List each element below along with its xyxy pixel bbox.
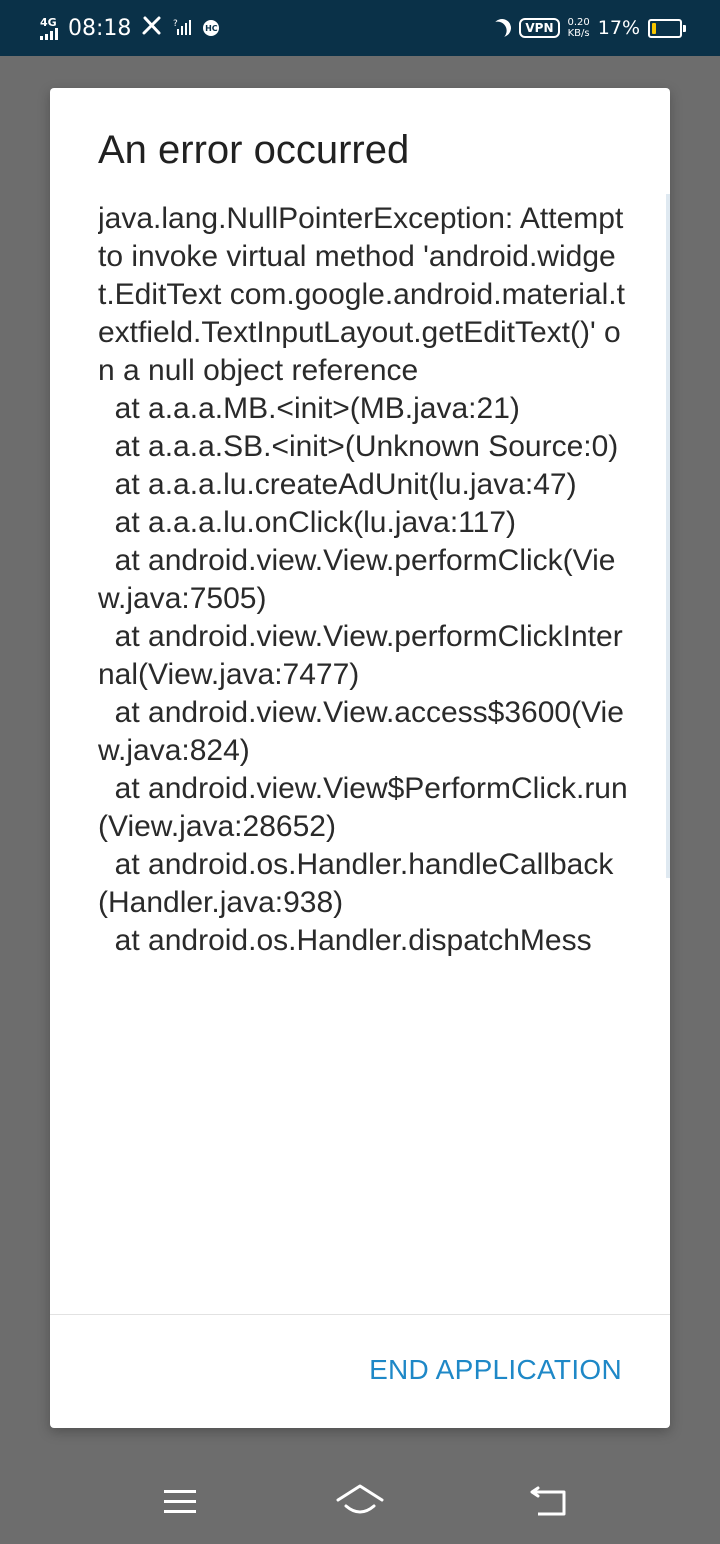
navigation-bar: [0, 1460, 720, 1544]
stack-trace-text: java.lang.NullPointerException: Attempt …: [98, 202, 628, 957]
svg-text:?: ?: [173, 19, 178, 29]
tools-icon: [141, 15, 163, 41]
status-bar-left: 4G 08:18 ? HC: [40, 0, 220, 56]
battery-icon: [648, 18, 686, 38]
end-application-button[interactable]: END APPLICATION: [369, 1346, 622, 1394]
error-dialog: An error occurred java.lang.NullPointerE…: [50, 88, 670, 1428]
home-icon[interactable]: [330, 1478, 390, 1526]
status-bar: 4G 08:18 ? HC VPN 0.20 KB/s 17%: [0, 0, 720, 56]
dialog-divider: [50, 1314, 670, 1315]
back-icon[interactable]: [520, 1478, 580, 1526]
speed-value: 0.20: [567, 17, 590, 28]
scrollbar[interactable]: [666, 194, 670, 878]
network-type: 4G: [40, 15, 57, 29]
menu-icon[interactable]: [150, 1478, 210, 1526]
battery-percent: 17%: [597, 17, 640, 39]
speed-unit: KB/s: [567, 28, 590, 39]
dialog-scroll-content[interactable]: java.lang.NullPointerException: Attempt …: [98, 200, 628, 1313]
vpn-icon: VPN: [519, 18, 560, 38]
status-bar-right: VPN 0.20 KB/s 17%: [491, 0, 686, 56]
dialog-title: An error occurred: [98, 128, 410, 172]
status-time: 08:18: [68, 15, 132, 41]
notification-icon: HC: [203, 20, 220, 36]
no-signal-icon: ?: [173, 17, 193, 39]
moon-icon: [491, 16, 514, 39]
signal-icon: 4G: [40, 17, 58, 40]
network-speed: 0.20 KB/s: [568, 17, 590, 39]
